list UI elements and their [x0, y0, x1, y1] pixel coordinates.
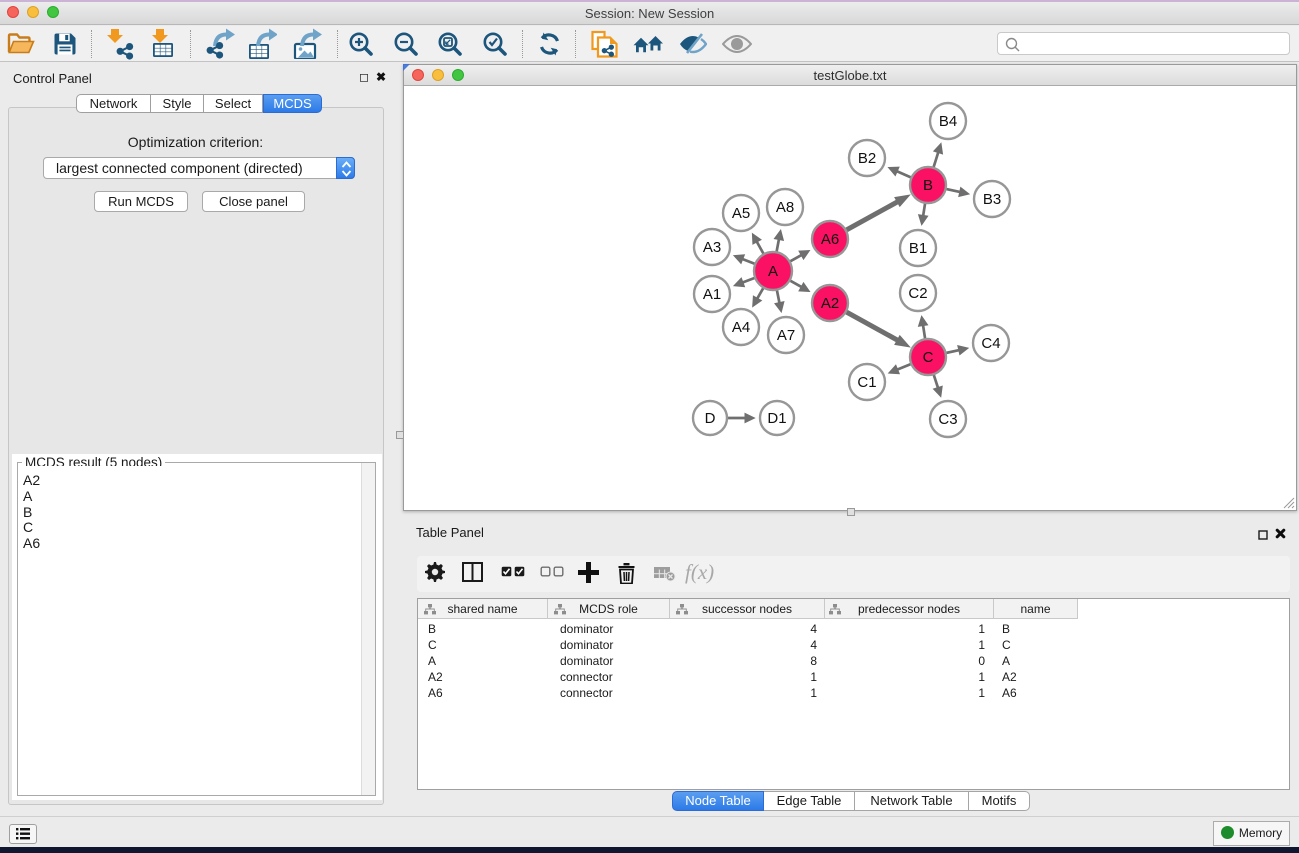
svg-text:C4: C4	[981, 335, 1000, 352]
svg-text:A4: A4	[732, 319, 750, 336]
svg-text:A6: A6	[821, 231, 839, 248]
svg-text:B1: B1	[909, 240, 927, 257]
svg-text:A7: A7	[777, 327, 795, 344]
svg-text:C3: C3	[938, 411, 957, 428]
svg-text:A2: A2	[821, 295, 839, 312]
svg-text:B3: B3	[983, 191, 1001, 208]
svg-text:A5: A5	[732, 205, 750, 222]
svg-text:B4: B4	[939, 113, 957, 130]
svg-text:B2: B2	[858, 150, 876, 167]
svg-text:B: B	[923, 177, 933, 194]
svg-text:A: A	[768, 263, 778, 280]
svg-text:C2: C2	[908, 285, 927, 302]
svg-text:A3: A3	[703, 239, 721, 256]
svg-text:D1: D1	[767, 410, 786, 427]
svg-text:D: D	[705, 410, 716, 427]
svg-text:C: C	[923, 349, 934, 366]
svg-text:A1: A1	[703, 286, 721, 303]
svg-text:C1: C1	[857, 374, 876, 391]
svg-text:A8: A8	[776, 199, 794, 216]
